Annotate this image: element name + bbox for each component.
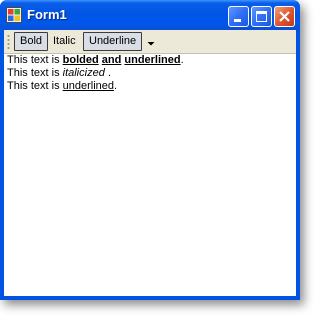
line1-prefix: This text is bbox=[7, 54, 63, 66]
italicized-word: italicized bbox=[62, 67, 105, 79]
underlined-bold-word: underlined bbox=[124, 54, 181, 66]
formatting-toolstrip: Bold Italic Underline bbox=[4, 30, 296, 54]
text-line-3: This text is underlined. bbox=[7, 80, 293, 93]
line3-suffix: . bbox=[114, 80, 118, 92]
line3-prefix: This text is bbox=[7, 80, 63, 92]
maximize-icon bbox=[256, 11, 267, 22]
underline-button[interactable]: Underline bbox=[83, 32, 143, 51]
form1-window: Form1 Bold Italic Underline This text is… bbox=[0, 0, 300, 300]
title-bar[interactable]: Form1 bbox=[0, 0, 300, 30]
bolded-word: bolded bbox=[62, 54, 99, 66]
rich-text-box[interactable]: This text is bolded and underlined. This… bbox=[7, 54, 293, 93]
minimize-button[interactable] bbox=[228, 6, 249, 27]
toolstrip-grip[interactable] bbox=[7, 34, 10, 50]
bold-button[interactable]: Bold bbox=[14, 32, 49, 51]
line2-prefix: This text is bbox=[7, 67, 63, 79]
maximize-button[interactable] bbox=[251, 6, 272, 27]
window-title: Form1 bbox=[27, 7, 67, 22]
client-area: Bold Italic Underline This text is bolde… bbox=[4, 30, 296, 296]
chevron-down-icon[interactable] bbox=[146, 38, 156, 48]
italic-button[interactable]: Italic bbox=[47, 32, 82, 51]
close-button[interactable] bbox=[274, 6, 295, 27]
text-line-2: This text is italicized . bbox=[7, 67, 293, 80]
close-icon bbox=[279, 11, 290, 22]
line2-suffix: . bbox=[104, 67, 111, 79]
underlined-word: underlined bbox=[62, 80, 114, 92]
line1-suffix: . bbox=[180, 54, 184, 66]
form-app-icon[interactable] bbox=[6, 7, 22, 23]
minimize-icon bbox=[234, 19, 241, 22]
and-word: and bbox=[101, 54, 122, 66]
text-line-1: This text is bolded and underlined. bbox=[7, 54, 293, 67]
